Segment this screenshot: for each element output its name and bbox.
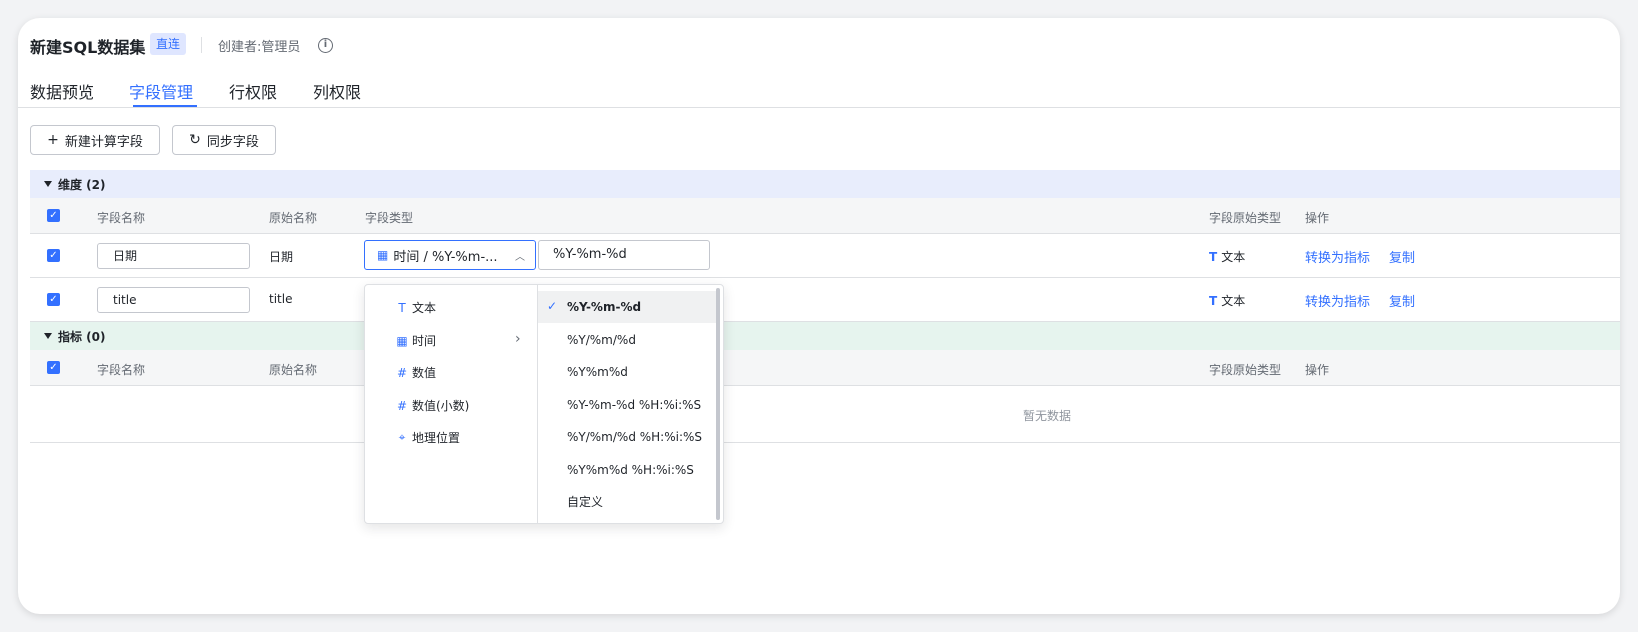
text-type-icon: T (1209, 294, 1218, 308)
tab-data-preview[interactable]: 数据预览 (30, 79, 94, 103)
creator-label: 创建者:管理员 (218, 40, 301, 55)
col-raw-type: 字段原始类型 (1209, 211, 1282, 225)
field-name-input[interactable]: title (97, 287, 250, 313)
connection-badge: 直连 (150, 33, 187, 55)
select-all-checkbox[interactable]: ✓ (47, 209, 60, 222)
plus-icon: + (47, 132, 59, 148)
col-field-name: 字段名称 (97, 363, 146, 377)
dimension-table-header: ✓ 字段名称 原始名称 字段类型 字段原始类型 操作 (30, 198, 1620, 234)
field-type-value: 时间 / %Y-%m-... (393, 249, 498, 265)
table-row: ✓ 日期 日期 T 文本 转换为指标 复制 (30, 234, 1620, 278)
col-field-name: 字段名称 (97, 211, 146, 225)
metric-table-header: ✓ 字段名称 原始名称 字段原始类型 操作 (30, 350, 1620, 386)
info-circle-icon[interactable]: i (318, 38, 333, 53)
select-all-checkbox[interactable]: ✓ (47, 361, 60, 374)
dimension-section-label: 维度 (2) (58, 177, 106, 192)
col-action: 操作 (1305, 211, 1330, 225)
add-calc-field-button[interactable]: + 新建计算字段 (30, 125, 160, 155)
page-title: 新建SQL数据集 (30, 38, 146, 57)
row-checkbox[interactable]: ✓ (47, 249, 60, 262)
check-icon: ✓ (547, 299, 558, 313)
format-option[interactable]: %Y-%m-%d %H:%i:%S (538, 389, 716, 421)
type-option-text[interactable]: T 文本 (395, 299, 436, 316)
metric-section-header[interactable]: 指标 (0) (30, 322, 1620, 350)
original-name: title (269, 292, 293, 306)
raw-type: T 文本 (1209, 294, 1246, 308)
tab-column-permission[interactable]: 列权限 (313, 79, 361, 103)
dropdown-scrollbar[interactable] (716, 288, 720, 520)
format-option[interactable]: %Y/%m/%d (538, 324, 716, 356)
col-original-name: 原始名称 (269, 363, 318, 377)
field-name-input[interactable]: 日期 (97, 243, 250, 269)
chevron-up-icon: ︿ (515, 251, 525, 263)
calendar-icon: ▦ (377, 248, 389, 262)
tabs-divider (18, 107, 1620, 108)
col-raw-type: 字段原始类型 (1209, 363, 1282, 377)
sync-fields-button[interactable]: ↻ 同步字段 (172, 125, 276, 155)
hash-icon: # (396, 365, 408, 380)
field-type-dropdown: T 文本 ▦ 时间 › # 数值 # 数值(小数) ⌖ 地理位置 %Y-%m-%… (364, 284, 724, 524)
col-original-name: 原始名称 (269, 211, 318, 225)
convert-to-metric-link[interactable]: 转换为指标 (1305, 247, 1370, 266)
chevron-right-icon: › (515, 331, 521, 347)
copy-link[interactable]: 复制 (1389, 247, 1415, 266)
format-option-custom[interactable]: 自定义 (538, 486, 716, 518)
sync-fields-label: 同步字段 (206, 134, 259, 150)
table-row: ✓ title title T 文本 转换为指标 复制 (30, 278, 1620, 322)
type-option-time[interactable]: ▦ 时间 (395, 332, 436, 349)
tab-row-permission[interactable]: 行权限 (229, 79, 277, 103)
convert-to-metric-link[interactable]: 转换为指标 (1305, 291, 1370, 310)
col-field-type: 字段类型 (365, 211, 414, 225)
text-type-icon: T (398, 300, 406, 315)
location-pin-icon: ⌖ (398, 430, 406, 444)
format-option[interactable]: %Y%m%d %H:%i:%S (538, 454, 716, 486)
col-action: 操作 (1305, 363, 1330, 377)
format-option-selected[interactable]: %Y-%m-%d (538, 291, 716, 323)
type-option-number[interactable]: # 数值 (395, 364, 436, 381)
field-type-select[interactable]: ▦ 时间 / %Y-%m-... ︿ (364, 240, 536, 270)
metric-section-label: 指标 (0) (58, 329, 106, 344)
hash-icon: # (396, 398, 408, 413)
raw-type: T 文本 (1209, 250, 1246, 264)
text-type-icon: T (1209, 250, 1218, 264)
original-name: 日期 (269, 250, 294, 264)
dimension-section-header[interactable]: 维度 (2) (30, 170, 1620, 198)
type-option-decimal[interactable]: # 数值(小数) (395, 397, 469, 414)
row-checkbox[interactable]: ✓ (47, 293, 60, 306)
refresh-icon: ↻ (189, 132, 201, 148)
format-option[interactable]: %Y/%m/%d %H:%i:%S (538, 421, 716, 453)
type-option-location[interactable]: ⌖ 地理位置 (395, 429, 460, 446)
dataset-panel: 新建SQL数据集 直连 创建者:管理员 i 数据预览 字段管理 行权限 列权限 … (18, 18, 1620, 614)
caret-down-icon (44, 181, 52, 187)
caret-down-icon (44, 333, 52, 339)
copy-link[interactable]: 复制 (1389, 291, 1415, 310)
add-calc-field-label: 新建计算字段 (64, 134, 143, 150)
date-format-input[interactable]: %Y-%m-%d (538, 240, 710, 270)
calendar-icon: ▦ (396, 333, 408, 348)
header-divider (201, 37, 202, 53)
tab-field-management[interactable]: 字段管理 (129, 79, 193, 103)
empty-row (30, 386, 1620, 443)
empty-state-text: 暂无数据 (1023, 409, 1072, 423)
format-option[interactable]: %Y%m%d (538, 356, 716, 388)
